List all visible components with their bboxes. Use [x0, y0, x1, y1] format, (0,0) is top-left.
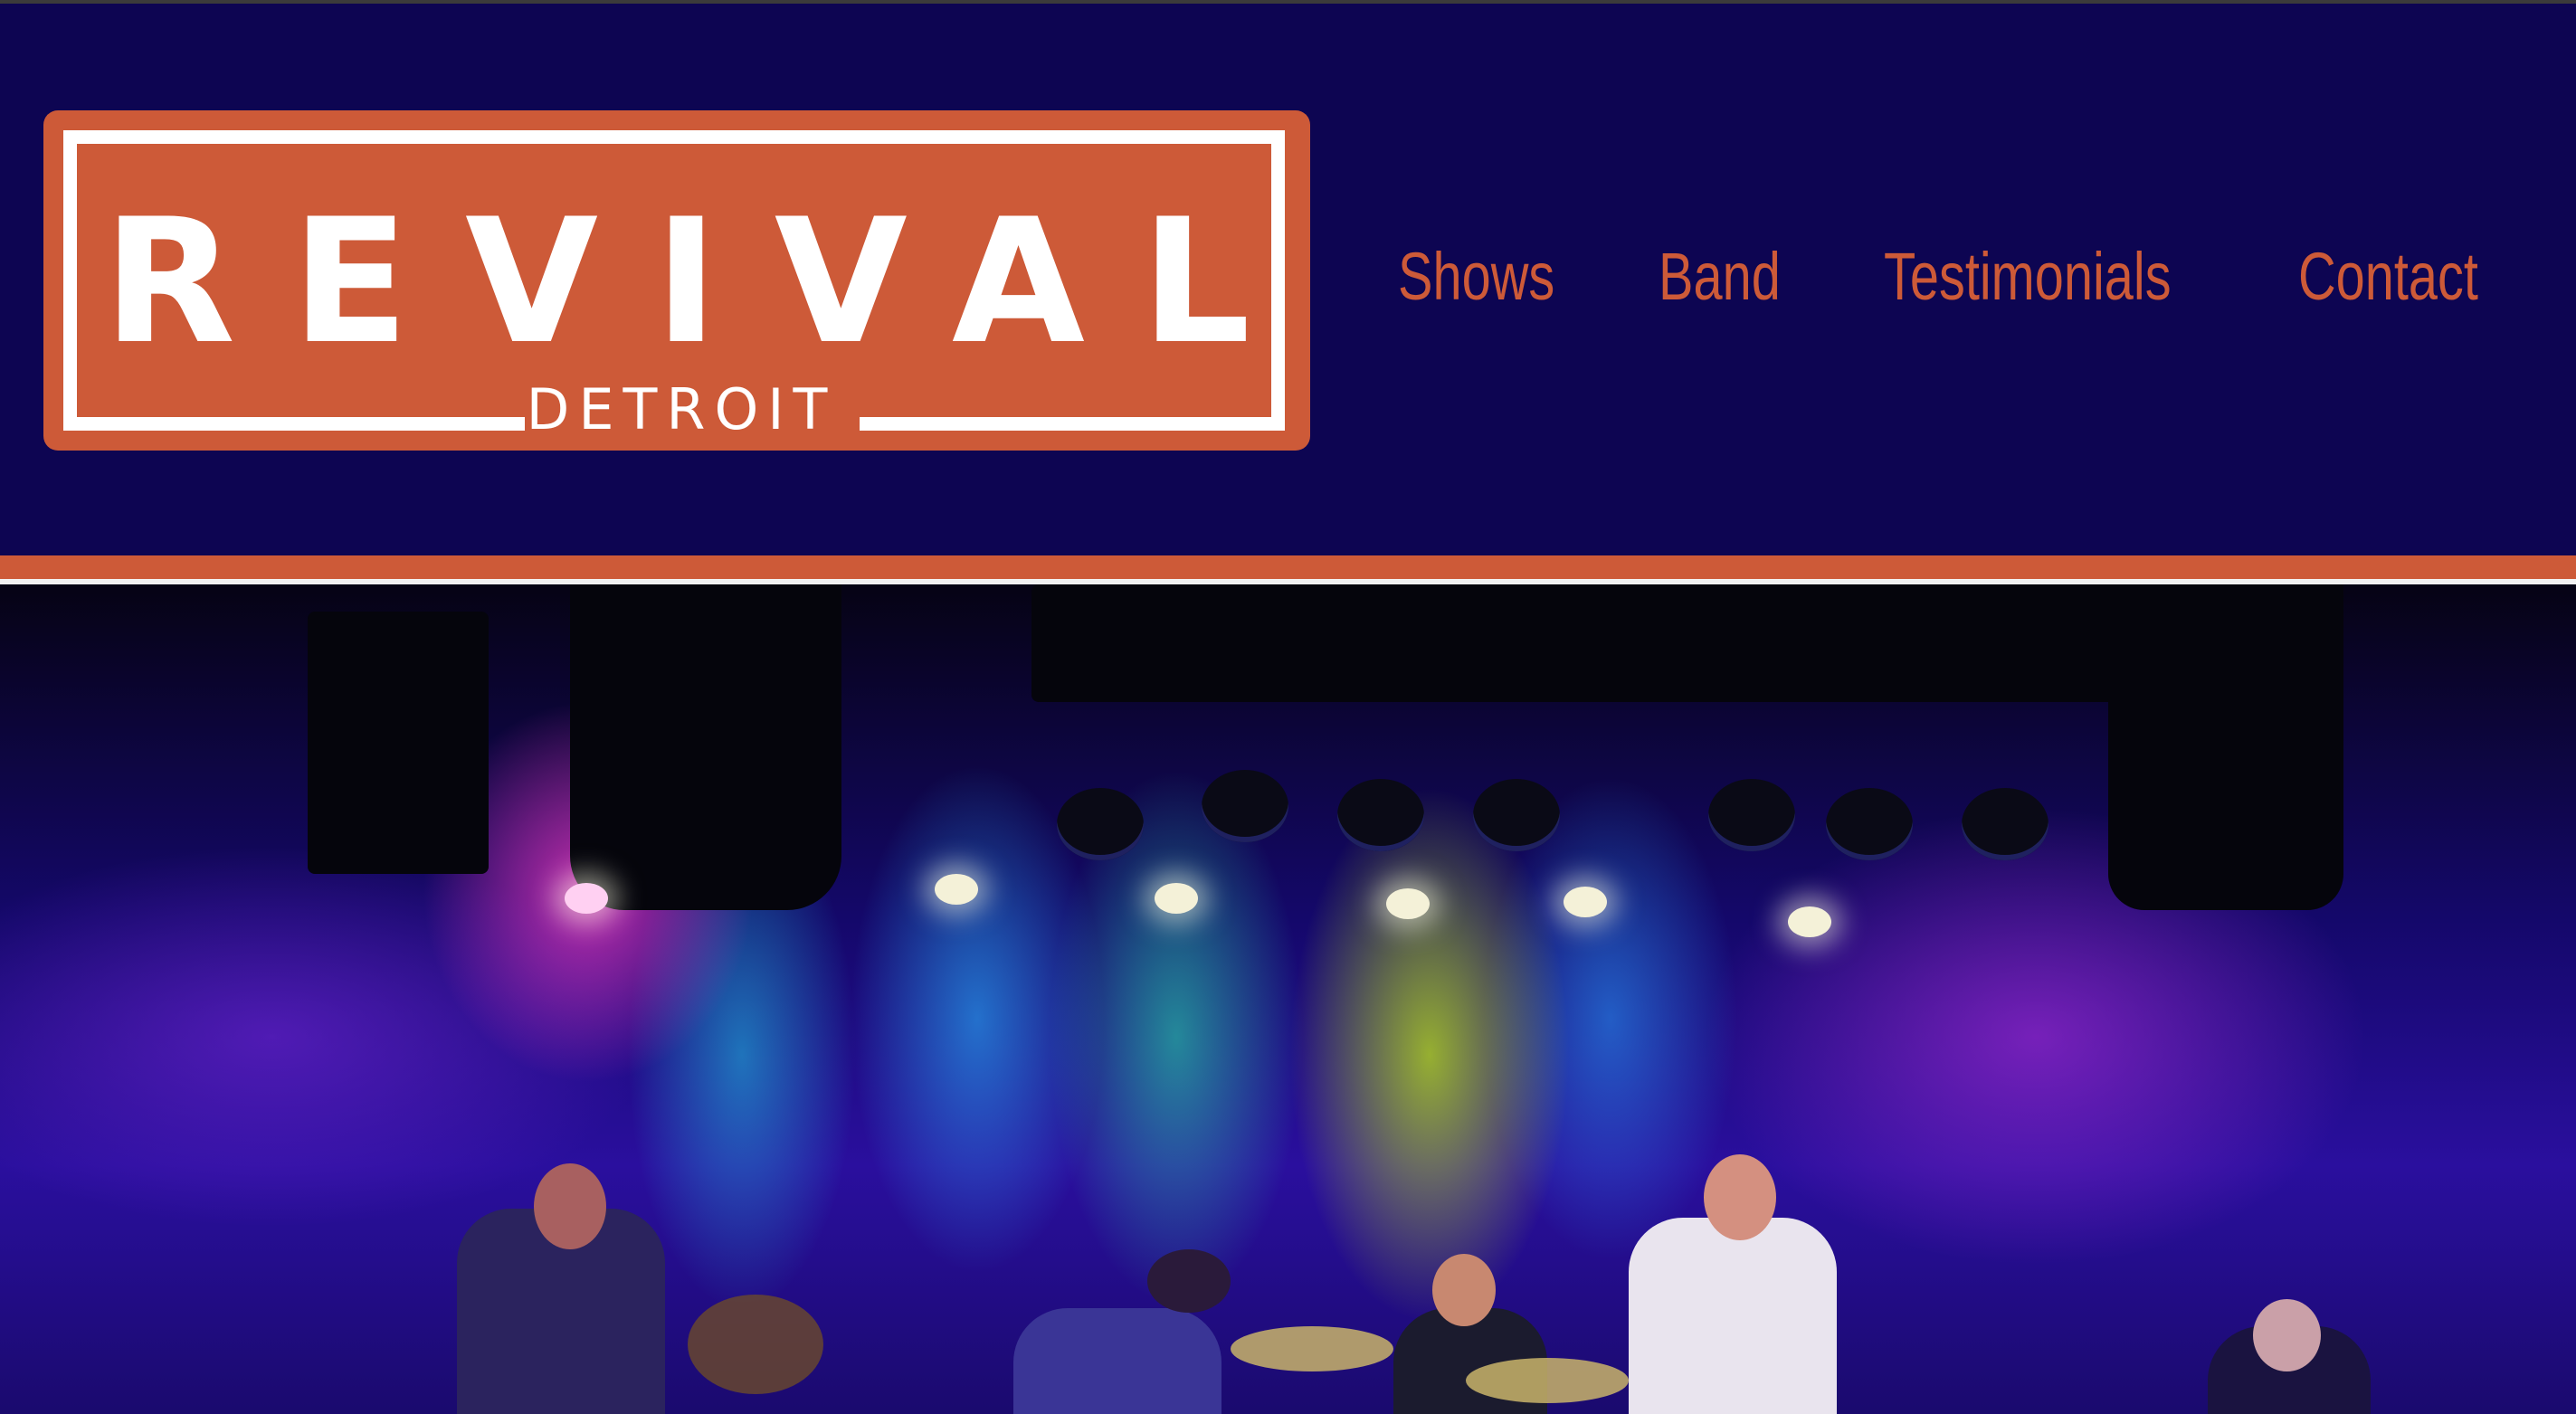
logo-subtitle: DETROIT [526, 376, 837, 442]
speaker-center-left [570, 584, 841, 910]
hero-band-photo [0, 584, 2576, 1414]
hat [1147, 1249, 1231, 1313]
lighting-rig [1031, 584, 2117, 702]
nav-shows[interactable]: Shows [1398, 241, 1554, 313]
stage-light [1708, 779, 1795, 851]
cymbal [688, 1295, 823, 1394]
light-beam [1386, 888, 1430, 919]
speaker-left [308, 612, 489, 874]
nav-band[interactable]: Band [1659, 241, 1781, 313]
stage-light [1962, 788, 2048, 860]
stage-light [1473, 779, 1560, 851]
stage-light [1057, 788, 1144, 860]
site-header: REVIVAL DETROIT Shows Band Testimonials … [0, 4, 2576, 555]
stage-light [1826, 788, 1913, 860]
stage-light [1337, 779, 1424, 851]
light-beam [565, 883, 608, 914]
light-beam [935, 874, 978, 905]
nav-testimonials[interactable]: Testimonials [1884, 241, 2172, 313]
band-member-guitarist-hat [1013, 1308, 1221, 1414]
band-member-head [534, 1163, 606, 1249]
nav-contact[interactable]: Contact [2298, 241, 2478, 313]
site-logo[interactable]: REVIVAL DETROIT [43, 110, 1310, 451]
light-beam [1564, 887, 1607, 917]
cymbal [1466, 1358, 1629, 1403]
band-member-singer [1629, 1218, 1837, 1414]
light-beam [1788, 906, 1831, 937]
header-accent-bar [0, 555, 2576, 579]
stage-light [1202, 770, 1288, 842]
band-member-head [2253, 1299, 2321, 1371]
speaker-right [2108, 584, 2343, 910]
light-beam [1155, 883, 1198, 914]
band-member-head [1704, 1154, 1776, 1240]
band-member-head [1432, 1254, 1496, 1326]
cymbal [1231, 1326, 1393, 1371]
logo-title: REVIVAL [102, 182, 1307, 382]
